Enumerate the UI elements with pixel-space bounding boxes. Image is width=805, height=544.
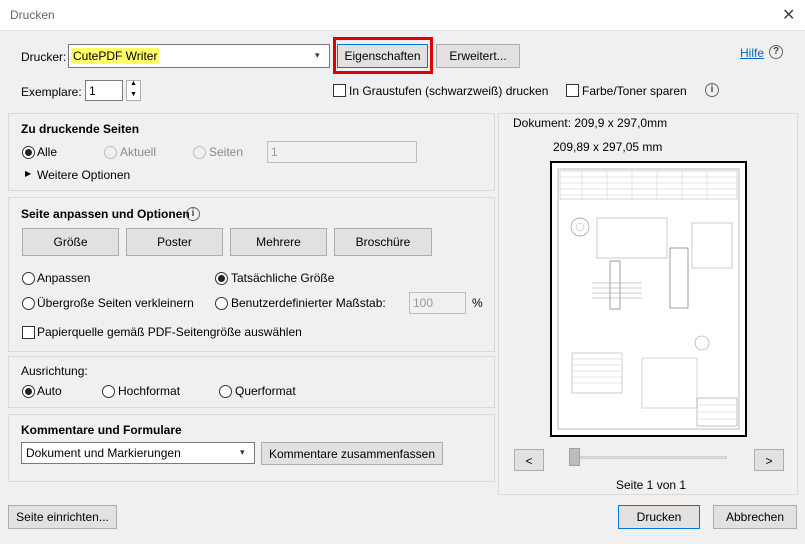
pages-all-radio[interactable] [22,146,35,159]
document-size: Dokument: 209,9 x 297,0mm [513,116,668,130]
pages-current-label: Aktuell [120,145,157,159]
pages-range-radio[interactable] [193,146,206,159]
comments-select-value: Dokument und Markierungen [26,446,181,460]
booklet-button[interactable]: Broschüre [334,228,432,256]
close-icon[interactable]: ✕ [782,5,795,25]
orientation-auto-label: Auto [37,384,62,398]
copies-value: 1 [89,84,96,98]
copies-stepper[interactable]: ▲ ▼ [126,80,141,101]
page-preview [550,161,747,437]
shrink-label: Übergroße Seiten verkleinern [37,296,194,310]
fit-radio[interactable] [22,272,35,285]
orientation-landscape-radio[interactable] [219,385,232,398]
help-link[interactable]: Hilfe [740,46,764,60]
orientation-portrait-radio[interactable] [102,385,115,398]
chevron-down-icon: ▾ [240,447,245,457]
info-icon[interactable]: i [186,207,200,221]
pages-current-radio[interactable] [104,146,117,159]
pages-range-value: 1 [271,145,278,159]
orientation-heading: Ausrichtung: [21,364,88,378]
pages-all-label: Alle [37,145,58,159]
grayscale-label: In Graustufen (schwarzweiß) drucken [349,84,549,98]
fit-label: Anpassen [37,271,91,285]
pages-range-input[interactable]: 1 [267,141,417,163]
chevron-up-icon[interactable]: ▲ [130,80,137,87]
drawing-preview [557,168,740,430]
pages-range-label: Seiten [209,145,244,159]
scale-unit: % [472,296,483,310]
help-icon[interactable]: ? [769,45,783,59]
more-options-label[interactable]: Weitere Optionen [37,168,130,182]
page-setup-button[interactable]: Seite einrichten... [8,505,117,529]
next-page-button[interactable]: > [754,449,784,471]
triangle-right-icon[interactable]: ▶ [25,169,31,178]
scale-input[interactable]: 100 [409,292,466,314]
shrink-radio[interactable] [22,297,35,310]
orientation-portrait-label: Hochformat [118,384,181,398]
printer-label: Drucker: [21,50,67,64]
comments-heading: Kommentare und Formulare [21,423,182,437]
page-slider-track[interactable] [572,456,727,459]
poster-button[interactable]: Poster [126,228,223,256]
scale-value: 100 [413,296,434,310]
advanced-button[interactable]: Erweitert... [436,44,520,68]
paper-source-checkbox[interactable] [22,326,35,339]
comments-select[interactable]: Dokument und Markierungen ▾ [21,442,255,464]
info-icon[interactable]: i [705,83,719,97]
properties-button[interactable]: Eigenschaften [337,44,428,68]
custom-scale-radio[interactable] [215,297,228,310]
actual-size-radio[interactable] [215,272,228,285]
chevron-down-icon[interactable]: ▼ [130,91,137,98]
window-title: Drucken [10,8,55,22]
size-button[interactable]: Größe [22,228,119,256]
pages-heading: Zu druckende Seiten [21,122,140,136]
grayscale-checkbox[interactable] [333,84,346,97]
printer-select[interactable]: CutePDF Writer ▾ [68,44,330,68]
page-info: Seite 1 von 1 [616,478,687,492]
cancel-button[interactable]: Abbrechen [713,505,797,529]
multiple-button[interactable]: Mehrere [230,228,327,256]
page-size: 209,89 x 297,05 mm [553,140,663,154]
fit-heading: Seite anpassen und Optionen [21,207,190,221]
title-bar [0,0,805,31]
paper-source-label: Papierquelle gemäß PDF-Seitengröße auswä… [37,325,302,339]
printer-select-value: CutePDF Writer [71,48,160,64]
save-toner-checkbox[interactable] [566,84,579,97]
copies-input[interactable]: 1 [85,80,123,101]
custom-scale-label: Benutzerdefinierter Maßstab: [231,296,386,310]
save-toner-label: Farbe/Toner sparen [582,84,687,98]
prev-page-button[interactable]: < [514,449,544,471]
actual-size-label: Tatsächliche Größe [231,271,335,285]
orientation-auto-radio[interactable] [22,385,35,398]
summarize-comments-button[interactable]: Kommentare zusammenfassen [261,442,443,465]
copies-label: Exemplare: [21,85,82,99]
page-slider-handle[interactable] [569,448,580,466]
print-button[interactable]: Drucken [618,505,700,529]
orientation-landscape-label: Querformat [235,384,296,398]
chevron-down-icon: ▾ [315,50,320,60]
